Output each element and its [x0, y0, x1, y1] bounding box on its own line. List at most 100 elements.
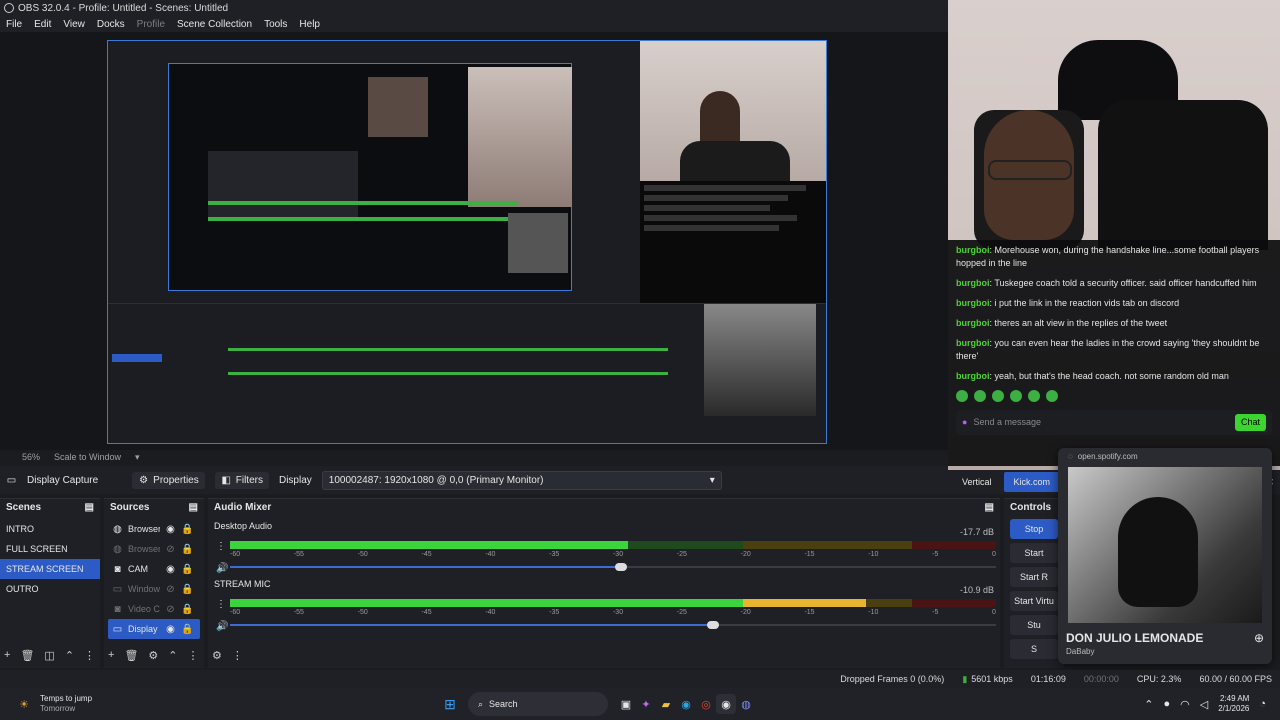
remove-scene-icon[interactable]: 🗑: [20, 649, 34, 662]
eye-off-icon[interactable]: ⊘: [165, 584, 176, 595]
slider-handle[interactable]: [614, 563, 627, 571]
clock[interactable]: 2:49 AM 2/1/2026: [1218, 694, 1249, 714]
more-icon[interactable]: ⋮: [188, 649, 199, 662]
eye-icon[interactable]: ◉: [165, 624, 176, 635]
volume-slider[interactable]: [230, 621, 996, 629]
stream-preview[interactable]: [107, 40, 827, 444]
menu-help[interactable]: Help: [299, 19, 320, 30]
start-replay-button[interactable]: Start R: [1010, 567, 1058, 587]
add-scene-icon[interactable]: +: [4, 649, 10, 662]
microphone-icon[interactable]: ●: [1163, 698, 1170, 710]
properties-button[interactable]: ⚙ Properties: [132, 471, 205, 489]
task-view-icon[interactable]: ▣: [616, 694, 636, 714]
emote-icon[interactable]: [1046, 390, 1058, 402]
more-icon[interactable]: ⋮: [216, 541, 226, 552]
mixer-settings-icon[interactable]: ⚙: [212, 649, 222, 662]
start-recording-button[interactable]: Start: [1010, 543, 1058, 563]
lock-icon[interactable]: 🔒: [181, 604, 193, 615]
windows-start-icon[interactable]: ⊞: [440, 694, 460, 714]
gear-icon[interactable]: ⚙: [148, 649, 158, 662]
menu-docks[interactable]: Docks: [97, 19, 125, 30]
emote-icon[interactable]: [956, 390, 968, 402]
speaker-icon[interactable]: ◁: [1200, 698, 1208, 711]
scene-item-outro[interactable]: OUTRO: [0, 579, 100, 599]
notification-bell-icon[interactable]: ◔: [1259, 698, 1266, 710]
menu-file[interactable]: File: [6, 19, 22, 30]
move-up-icon[interactable]: ⌃: [65, 649, 74, 662]
lock-icon[interactable]: 🔒: [181, 624, 193, 635]
lock-icon[interactable]: 🔒: [181, 544, 193, 555]
tab-kick[interactable]: Kick.com: [1003, 472, 1061, 492]
source-item[interactable]: ◙ Video C ⊘ 🔒: [104, 599, 204, 619]
scene-item-stream-screen[interactable]: STREAM SCREEN: [0, 559, 100, 579]
start-virtual-camera-button[interactable]: Start Virtu: [1010, 591, 1058, 611]
volume-slider[interactable]: [230, 563, 996, 571]
chrome-icon[interactable]: ◎: [696, 694, 716, 714]
scene-filters-icon[interactable]: ◫: [44, 649, 54, 662]
dock-menu-icon[interactable]: ▤: [985, 502, 994, 513]
lock-icon[interactable]: 🔒: [181, 524, 193, 535]
more-icon[interactable]: ⋮: [84, 649, 95, 662]
emote-icon[interactable]: [974, 390, 986, 402]
tab-vertical[interactable]: Vertical: [952, 472, 1002, 492]
discord-icon[interactable]: ◍: [736, 694, 756, 714]
emote-icon[interactable]: [1028, 390, 1040, 402]
meter-scale-0: -60 -55 -50 -45 -40 -35 -30 -25 -20 -15 -10 -5 0: [230, 551, 996, 558]
source-item[interactable]: ◍ Browser ◉ 🔒: [104, 519, 204, 539]
microphone-icon[interactable]: ●: [962, 416, 967, 429]
source-item[interactable]: ◍ Browser ⊘ 🔒: [104, 539, 204, 559]
zoom-mode[interactable]: Scale to Window: [54, 452, 121, 462]
wifi-icon[interactable]: ◠: [1180, 698, 1190, 711]
stop-streaming-button[interactable]: Stop: [1010, 519, 1058, 539]
source-item[interactable]: ▭ Display ◉ 🔒: [108, 619, 200, 639]
track-info: DON JULIO LEMONADE ⊕: [1058, 625, 1272, 645]
move-up-icon[interactable]: ⌃: [168, 649, 177, 662]
menu-edit[interactable]: Edit: [34, 19, 51, 30]
more-icon[interactable]: ⋮: [216, 599, 226, 610]
slider-handle[interactable]: [706, 621, 719, 629]
edge-icon[interactable]: ◉: [676, 694, 696, 714]
spotify-mini-player[interactable]: ◌ open.spotify.com DON JULIO LEMONADE ⊕ …: [1058, 448, 1272, 664]
lock-icon[interactable]: 🔒: [181, 564, 193, 575]
chat-send-button[interactable]: Chat: [1234, 414, 1266, 431]
source-item[interactable]: ◙ CAM ◉ 🔒: [104, 559, 204, 579]
emote-icon[interactable]: [1010, 390, 1022, 402]
copilot-icon[interactable]: ✦: [636, 694, 656, 714]
eye-icon[interactable]: ◉: [165, 524, 176, 535]
audio-mixer-dock: Audio Mixer ▤ Desktop Audio -17.7 dB ⋮ -6…: [208, 498, 1000, 668]
weather-widget[interactable]: ☀ Temps to jump Tomorrow: [0, 694, 440, 714]
more-icon[interactable]: ⋮: [232, 649, 243, 662]
scene-item-intro[interactable]: INTRO: [0, 519, 100, 539]
speaker-icon[interactable]: 🔊: [216, 563, 228, 574]
file-explorer-icon[interactable]: ▰: [656, 694, 676, 714]
dock-menu-icon[interactable]: ▤: [189, 502, 198, 513]
scale-tick: -5: [932, 609, 939, 616]
menu-scene-collection[interactable]: Scene Collection: [177, 19, 252, 30]
dock-menu-icon[interactable]: ▤: [85, 502, 94, 513]
chat-message: burgboi: i put the link in the reaction …: [956, 298, 1180, 308]
zoom-level[interactable]: 56%: [22, 452, 40, 462]
speaker-icon[interactable]: 🔊: [216, 621, 228, 632]
menu-tools[interactable]: Tools: [264, 19, 287, 30]
taskbar-search[interactable]: ⌕ Search: [468, 692, 608, 716]
lock-icon[interactable]: 🔒: [181, 584, 193, 595]
eye-icon[interactable]: ◉: [165, 564, 176, 575]
emote-icon[interactable]: [992, 390, 1004, 402]
settings-button[interactable]: S: [1010, 639, 1058, 659]
eye-off-icon[interactable]: ⊘: [165, 544, 176, 555]
display-select[interactable]: 100002487: 1920x1080 @ 0,0 (Primary Moni…: [321, 470, 722, 490]
eye-off-icon[interactable]: ⊘: [165, 604, 176, 615]
source-item[interactable]: ▭ Window ⊘ 🔒: [104, 579, 204, 599]
menu-profile[interactable]: Profile: [137, 19, 165, 30]
add-source-icon[interactable]: +: [108, 649, 114, 662]
filters-button[interactable]: ◧ Filters: [214, 471, 269, 489]
scene-item-full-screen[interactable]: FULL SCREEN: [0, 539, 100, 559]
add-icon[interactable]: ⊕: [1254, 631, 1264, 645]
studio-mode-button[interactable]: Stu: [1010, 615, 1058, 635]
obs-icon[interactable]: ◉: [716, 694, 736, 714]
menu-view[interactable]: View: [63, 19, 85, 30]
chat-input[interactable]: Send a message: [973, 416, 1229, 429]
chevron-down-icon[interactable]: ▾: [135, 452, 140, 463]
chevron-up-icon[interactable]: ⌃: [1144, 698, 1153, 711]
remove-source-icon[interactable]: 🗑: [124, 649, 138, 662]
